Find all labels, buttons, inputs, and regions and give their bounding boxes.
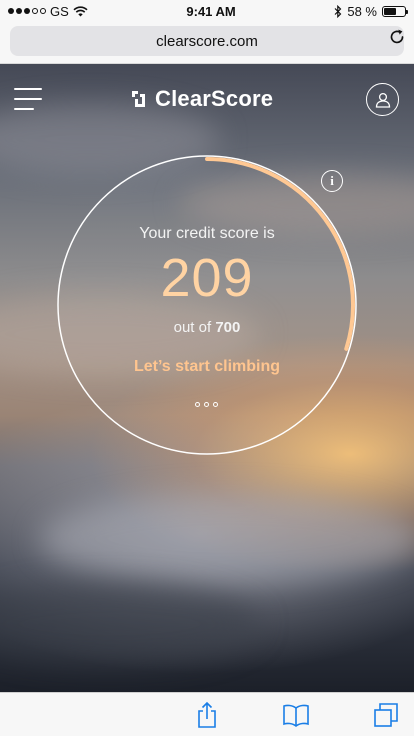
battery-percent: 58 % [347, 3, 377, 19]
score-value: 209 [160, 248, 254, 308]
status-time: 9:41 AM [186, 3, 236, 19]
status-bar: GS 9:41 AM 58 % [0, 0, 414, 22]
bookmarks-icon[interactable] [282, 701, 310, 729]
hamburger-menu-icon[interactable] [14, 88, 42, 110]
pager-dot[interactable] [213, 402, 218, 407]
battery-level [384, 7, 396, 15]
background-cloud [40, 494, 414, 584]
clearscore-logo[interactable]: ClearScore [131, 86, 273, 112]
app-header: ClearScore [0, 64, 414, 134]
url-text: clearscore.com [156, 32, 258, 50]
tabs-icon[interactable] [372, 701, 400, 729]
carrier-name: GS [50, 3, 69, 19]
info-icon[interactable]: i [321, 170, 343, 192]
user-glyph-icon [375, 92, 390, 108]
background-cloud [0, 584, 260, 664]
score-max: out of 700 [57, 319, 357, 336]
browser-address-bar: clearscore.com [0, 22, 414, 64]
share-icon[interactable] [193, 701, 221, 729]
pager-dot[interactable] [195, 402, 200, 407]
score-max-prefix: out of [173, 319, 212, 336]
battery-icon [382, 5, 408, 17]
status-right: 58 % [334, 3, 408, 19]
carrier-signal: GS [8, 4, 88, 19]
brand-name: ClearScore [155, 86, 274, 111]
url-field[interactable]: clearscore.com [10, 26, 404, 56]
score-max-value: 700 [215, 319, 241, 336]
browser-toolbar [0, 692, 414, 736]
logo-mark-icon [132, 91, 145, 107]
reload-icon[interactable] [388, 28, 406, 46]
bluetooth-icon [334, 4, 342, 18]
score-text-group: Your credit score is 209 out of 700 Let’… [57, 155, 357, 455]
start-climbing-link[interactable]: Let’s start climbing [57, 358, 357, 376]
score-label: Your credit score is [139, 225, 275, 242]
user-icon[interactable] [366, 83, 399, 116]
dial-content: Your credit score is 209 out of 700 Let’… [57, 155, 357, 455]
signal-strength-icon [8, 8, 46, 14]
hero-section: ClearScore Your credit score is 209 out … [0, 64, 414, 692]
pager-dot[interactable] [204, 402, 209, 407]
wifi-icon [73, 5, 88, 16]
pagination-dots[interactable] [195, 402, 218, 407]
